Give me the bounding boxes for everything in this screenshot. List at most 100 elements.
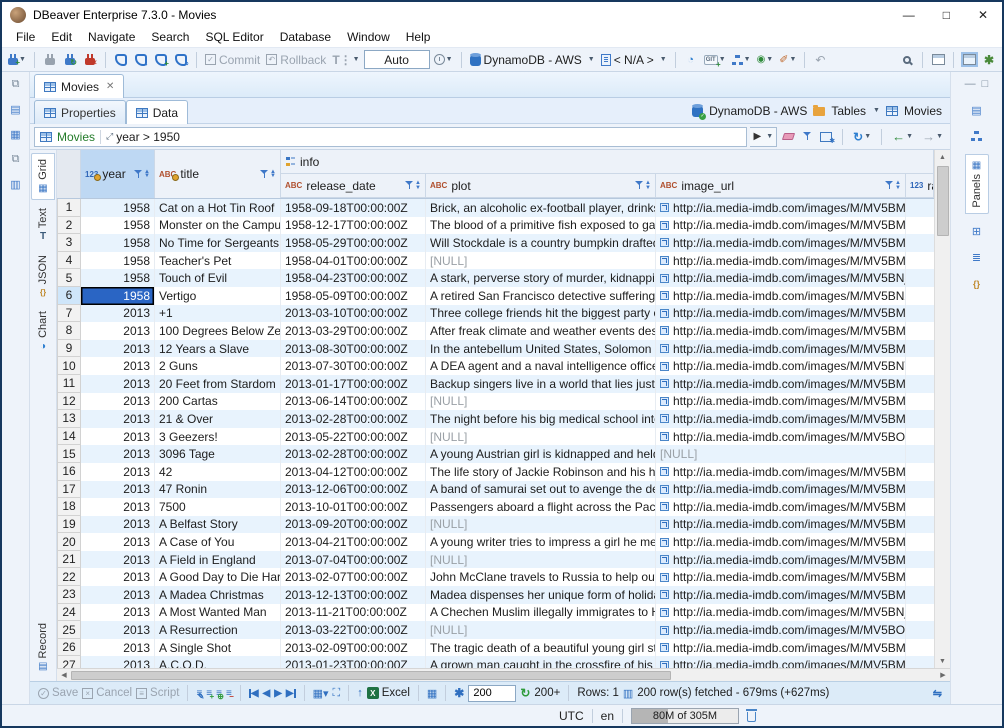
cell-year[interactable]: 2013 (81, 322, 155, 340)
cell-image-url[interactable]: http://ia.media-imdb.com/images/M/MV5BMj… (656, 340, 906, 358)
connection-selector[interactable]: DynamoDB - AWS▼ (468, 50, 597, 70)
cell-release-date[interactable]: 1958-05-29T00:00:00Z (281, 234, 426, 252)
cell-rating[interactable] (906, 481, 934, 499)
cell-title[interactable]: Touch of Evil (155, 269, 281, 287)
cell-title[interactable]: A Madea Christmas (155, 586, 281, 604)
cell-rating[interactable] (906, 656, 934, 668)
cell-rating[interactable] (906, 287, 934, 305)
add-row-button[interactable]: ≡+ (206, 688, 212, 699)
cell-title[interactable]: No Time for Sergeants (155, 234, 281, 252)
cell-rating[interactable] (906, 393, 934, 411)
memory-indicator[interactable]: 80M of 305M (631, 708, 739, 724)
menu-edit[interactable]: Edit (43, 28, 80, 46)
delete-row-button[interactable]: ≡− (226, 688, 232, 699)
row-number[interactable]: 6 (57, 287, 81, 305)
sort-icon[interactable] (895, 181, 901, 190)
cell-release-date[interactable]: 2013-09-20T00:00:00Z (281, 516, 426, 534)
cell-rating[interactable] (906, 586, 934, 604)
cell-year[interactable]: 2013 (81, 586, 155, 604)
fetch-page-button[interactable]: ▦▾ (313, 687, 329, 700)
cell-plot[interactable]: After freak climate and weather events d… (426, 322, 656, 340)
commit-button[interactable]: ✓Commit (203, 50, 262, 70)
grid-refs-icon[interactable] (968, 128, 986, 144)
column-header-year[interactable]: 123 year (81, 150, 155, 198)
column-header-info[interactable]: info (281, 150, 934, 174)
cell-image-url[interactable]: http://ia.media-imdb.com/images/M/MV5BMT… (656, 463, 906, 481)
edit-row-button[interactable]: ≡✎ (196, 688, 202, 699)
sort-icon[interactable] (645, 181, 651, 190)
open-sql-console-button[interactable]: + (152, 50, 170, 70)
cell-release-date[interactable]: 2013-05-22T00:00:00Z (281, 428, 426, 446)
dbeaver-perspective-button[interactable] (960, 50, 978, 70)
cell-year[interactable]: 2013 (81, 533, 155, 551)
cell-rating[interactable] (906, 252, 934, 270)
cell-plot[interactable]: A band of samurai set out to avenge the … (426, 481, 656, 499)
cell-plot[interactable]: [NULL] (426, 516, 656, 534)
panel-restore2-icon[interactable]: ⧉ (7, 151, 25, 167)
cell-title[interactable]: A Case of You (155, 533, 281, 551)
column-header-rating[interactable]: 123 ra (906, 174, 934, 198)
row-number[interactable]: 23 (57, 586, 81, 604)
menu-file[interactable]: File (8, 28, 43, 46)
fetch-size-input[interactable] (468, 685, 516, 702)
cell-release-date[interactable]: 2013-11-21T00:00:00Z (281, 604, 426, 622)
first-row-button[interactable]: ◀ (249, 688, 259, 699)
row-number[interactable]: 27 (57, 656, 81, 668)
settings-perspective-button[interactable]: ✱ (980, 50, 998, 70)
filter-icon[interactable] (405, 181, 413, 190)
cell-title[interactable]: 100 Degrees Below Zero (155, 322, 281, 340)
cell-year[interactable]: 2013 (81, 340, 155, 358)
project-explorer-icon[interactable]: ▦ (7, 126, 25, 142)
scroll-right-icon[interactable]: ▶ (936, 671, 950, 679)
cell-year[interactable]: 1958 (81, 199, 155, 217)
cell-plot[interactable]: The life story of Jackie Robinson and hi… (426, 463, 656, 481)
cell-image-url[interactable]: http://ia.media-imdb.com/images/M/MV5BMj… (656, 498, 906, 516)
cell-year[interactable]: 2013 (81, 604, 155, 622)
row-number[interactable]: 10 (57, 357, 81, 375)
cell-image-url[interactable]: http://ia.media-imdb.com/images/M/MV5BMj… (656, 199, 906, 217)
cell-year[interactable]: 2013 (81, 656, 155, 668)
column-header-release-date[interactable]: ABC release_date (281, 174, 426, 198)
panels-tab[interactable]: ▦ Panels (965, 154, 989, 214)
filter-icon[interactable] (885, 181, 893, 190)
cell-release-date[interactable]: 2013-12-06T00:00:00Z (281, 481, 426, 499)
cell-rating[interactable] (906, 568, 934, 586)
grid-settings-button[interactable] (817, 127, 835, 147)
cell-plot[interactable]: A young writer tries to impress a girl h… (426, 533, 656, 551)
cell-rating[interactable] (906, 357, 934, 375)
cell-rating[interactable] (906, 604, 934, 622)
export-excel-button[interactable]: Excel (367, 687, 410, 699)
sort-icon[interactable] (415, 181, 421, 190)
cancel-button[interactable]: ×Cancel (82, 687, 132, 699)
connect-button[interactable] (41, 50, 59, 70)
nav-forward-button[interactable]: →▼ (919, 127, 946, 147)
horizontal-scrollbar[interactable]: ◀ ▶ (57, 668, 950, 681)
new-connection-button[interactable]: +▼ (6, 50, 28, 70)
cell-release-date[interactable]: 2013-12-13T00:00:00Z (281, 586, 426, 604)
cell-image-url[interactable]: http://ia.media-imdb.com/images/M/MV5BMT… (656, 234, 906, 252)
cell-release-date[interactable]: 2013-01-23T00:00:00Z (281, 656, 426, 668)
tab-data[interactable]: Data (126, 100, 188, 124)
breadcrumb-connection[interactable]: DynamoDB - AWS (709, 104, 807, 118)
row-number[interactable]: 11 (57, 375, 81, 393)
cell-release-date[interactable]: 1958-09-18T00:00:00Z (281, 199, 426, 217)
row-number[interactable]: 20 (57, 533, 81, 551)
cell-image-url[interactable]: http://ia.media-imdb.com/images/M/MV5BMj… (656, 410, 906, 428)
cell-rating[interactable] (906, 375, 934, 393)
row-number[interactable]: 26 (57, 639, 81, 657)
cell-image-url[interactable]: http://ia.media-imdb.com/images/M/MV5BMT… (656, 375, 906, 393)
er-diagram-button[interactable]: ▼ (730, 50, 753, 70)
cell-release-date[interactable]: 2013-02-07T00:00:00Z (281, 568, 426, 586)
sort-icon[interactable] (144, 170, 150, 179)
cell-plot[interactable]: A young Austrian girl is kidnapped and h… (426, 445, 656, 463)
close-button[interactable]: ✕ (978, 8, 988, 22)
cell-plot[interactable]: Brick, an alcoholic ex-football player, … (426, 199, 656, 217)
menu-database[interactable]: Database (272, 28, 339, 46)
open-sql-file-button[interactable]: ⌕ (172, 50, 190, 70)
cell-release-date[interactable]: 2013-03-10T00:00:00Z (281, 305, 426, 323)
cell-image-url[interactable]: http://ia.media-imdb.com/images/M/MV5BOD… (656, 621, 906, 639)
cell-image-url[interactable]: http://ia.media-imdb.com/images/M/MV5BMT… (656, 252, 906, 270)
script-button[interactable]: ≡Script (136, 687, 179, 699)
cell-year[interactable]: 1958 (81, 287, 155, 305)
cell-release-date[interactable]: 2013-03-29T00:00:00Z (281, 322, 426, 340)
